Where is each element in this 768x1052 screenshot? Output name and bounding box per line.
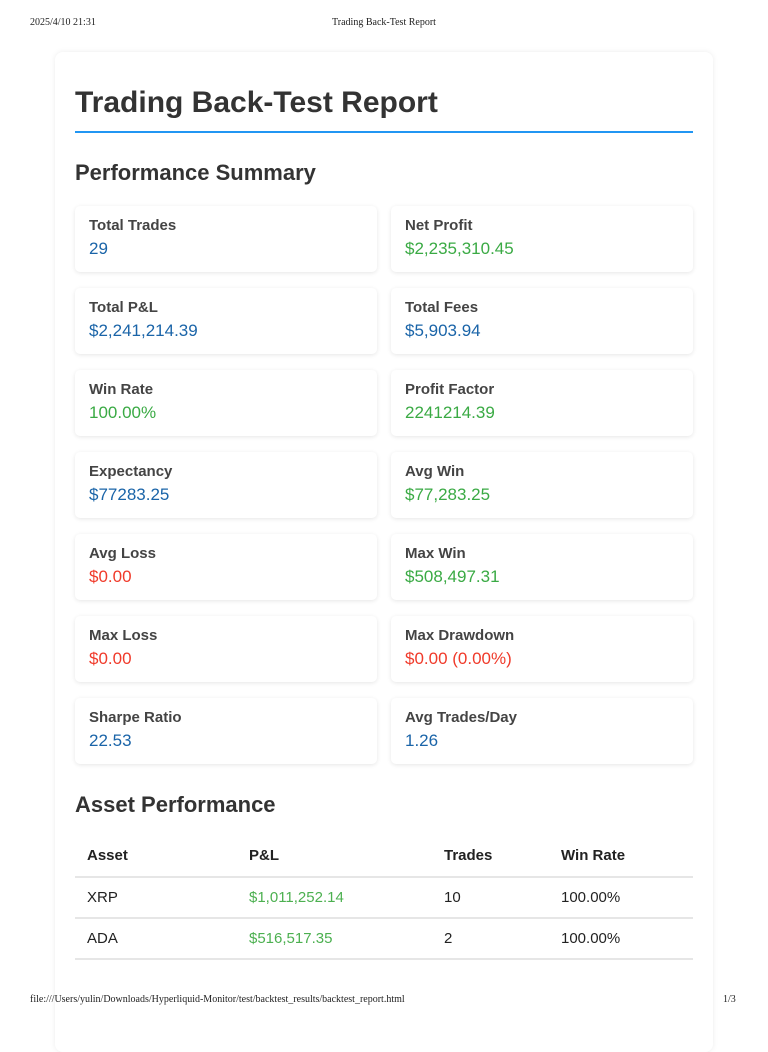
report-container: Trading Back-Test Report Performance Sum… <box>55 52 713 1052</box>
metric-value: $0.00 <box>89 567 132 586</box>
metric-value: 29 <box>89 239 108 258</box>
metric-label: Net Profit <box>405 217 473 234</box>
metric-value: $2,235,310.45 <box>405 239 514 258</box>
metric-label: Expectancy <box>89 463 173 480</box>
page-title: Trading Back-Test Report <box>75 86 438 119</box>
asset-table: Asset P&L Trades Win Rate XRP $1,011,252… <box>75 835 693 960</box>
metric-label: Avg Loss <box>89 545 156 562</box>
metric-value: 1.26 <box>405 731 439 750</box>
performance-summary-heading: Performance Summary <box>75 160 316 185</box>
metric-value: $0.00 <box>89 649 132 668</box>
metric-card: Avg Win $77,283.25 <box>391 452 693 518</box>
print-file-path: file:///Users/yulin/Downloads/Hyperliqui… <box>30 994 405 1005</box>
asset-cell: ADA <box>75 918 237 960</box>
metric-card: Expectancy $77283.25 <box>75 452 377 518</box>
metric-value: 100.00% <box>89 403 157 422</box>
metric-label: Sharpe Ratio <box>89 709 182 726</box>
metric-card: Max Loss $0.00 <box>75 616 377 682</box>
column-header-asset: Asset <box>75 835 237 878</box>
metric-value: $5,903.94 <box>405 321 481 340</box>
metric-card: Max Win $508,497.31 <box>391 534 693 600</box>
metric-value: $77,283.25 <box>405 485 491 504</box>
metric-card: Sharpe Ratio 22.53 <box>75 698 377 764</box>
trades-cell: 2 <box>432 918 549 960</box>
column-header-win-rate: Win Rate <box>549 835 693 878</box>
metric-label: Win Rate <box>89 381 154 398</box>
metric-card: Win Rate 100.00% <box>75 370 377 436</box>
metric-label: Max Win <box>405 545 466 562</box>
asset-cell: XRP <box>75 877 237 919</box>
column-header-trades: Trades <box>432 835 549 878</box>
win-rate-cell: 100.00% <box>549 877 693 919</box>
metric-value: $77283.25 <box>89 485 170 504</box>
metric-card: Total Trades 29 <box>75 206 377 272</box>
metric-card: Total Fees $5,903.94 <box>391 288 693 354</box>
asset-performance-heading: Asset Performance <box>75 792 276 817</box>
metric-card: Max Drawdown $0.00 (0.00%) <box>391 616 693 682</box>
metric-value: 22.53 <box>89 731 132 750</box>
trades-cell: 10 <box>432 877 549 919</box>
metric-value: 2241214.39 <box>405 403 495 422</box>
metric-label: Total P&L <box>89 299 158 316</box>
print-title: Trading Back-Test Report <box>332 17 436 28</box>
metric-label: Max Drawdown <box>405 627 515 644</box>
metric-value: $2,241,214.39 <box>89 321 198 340</box>
table-header-row: Asset P&L Trades Win Rate <box>75 835 693 878</box>
win-rate-cell: 100.00% <box>549 918 693 960</box>
metric-label: Total Fees <box>405 299 479 316</box>
metric-value: $508,497.31 <box>405 567 500 586</box>
metric-card: Avg Trades/Day 1.26 <box>391 698 693 764</box>
metric-label: Profit Factor <box>405 381 495 398</box>
metric-card: Net Profit $2,235,310.45 <box>391 206 693 272</box>
metric-value: $0.00 (0.00%) <box>405 649 512 668</box>
metric-label: Avg Trades/Day <box>405 709 517 726</box>
title-divider <box>75 131 693 133</box>
table-row: ADA $516,517.35 2 100.00% <box>75 918 693 960</box>
metric-label: Total Trades <box>89 217 177 234</box>
pnl-cell: $1,011,252.14 <box>237 877 432 919</box>
column-header-pnl: P&L <box>237 835 432 878</box>
metric-label: Avg Win <box>405 463 465 480</box>
pnl-cell: $516,517.35 <box>237 918 432 960</box>
metric-label: Max Loss <box>89 627 158 644</box>
table-row: XRP $1,011,252.14 10 100.00% <box>75 877 693 919</box>
print-page-number: 1/3 <box>723 994 736 1005</box>
metric-card: Profit Factor 2241214.39 <box>391 370 693 436</box>
metric-card: Avg Loss $0.00 <box>75 534 377 600</box>
metric-card: Total P&L $2,241,214.39 <box>75 288 377 354</box>
